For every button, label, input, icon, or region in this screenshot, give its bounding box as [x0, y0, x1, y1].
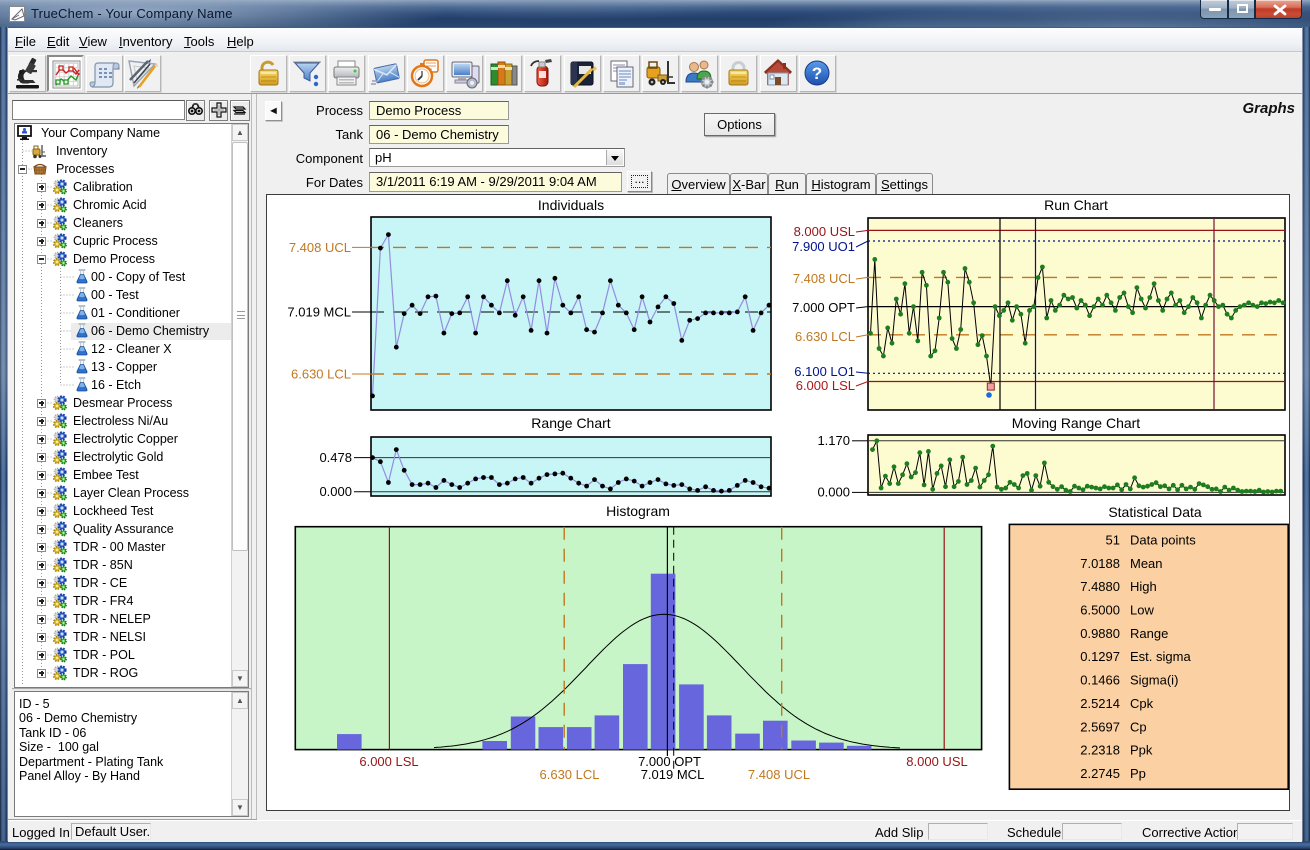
svg-text:Cp: Cp — [1130, 719, 1147, 734]
svg-text:0.9880: 0.9880 — [1080, 626, 1120, 641]
svg-text:6.000 LSL: 6.000 LSL — [796, 378, 855, 393]
svg-text:Ppk: Ppk — [1130, 743, 1153, 758]
svg-text:7.408 UCL: 7.408 UCL — [793, 271, 855, 286]
svg-text:7.4880: 7.4880 — [1080, 579, 1120, 594]
svg-text:7.019 MCL: 7.019 MCL — [641, 767, 705, 782]
svg-text:Cpk: Cpk — [1130, 696, 1154, 711]
svg-text:Est. sigma: Est. sigma — [1130, 649, 1191, 664]
svg-text:6.5000: 6.5000 — [1080, 603, 1120, 618]
svg-text:8.000 USL: 8.000 USL — [906, 754, 967, 769]
svg-text:51: 51 — [1106, 533, 1120, 548]
svg-text:7.019 MCL: 7.019 MCL — [287, 305, 351, 320]
svg-text:6.630 LCL: 6.630 LCL — [795, 329, 855, 344]
svg-text:7.408 UCL: 7.408 UCL — [748, 767, 810, 782]
svg-text:0.000: 0.000 — [319, 484, 352, 499]
svg-text:0.478: 0.478 — [319, 450, 352, 465]
svg-text:Pp: Pp — [1130, 766, 1146, 781]
svg-text:2.2318: 2.2318 — [1080, 743, 1120, 758]
svg-text:2.5697: 2.5697 — [1080, 719, 1120, 734]
svg-text:7.000 OPT: 7.000 OPT — [792, 300, 855, 315]
svg-text:Moving Range Chart: Moving Range Chart — [1012, 415, 1141, 431]
svg-text:Mean: Mean — [1130, 556, 1163, 571]
svg-text:Sigma(i): Sigma(i) — [1130, 673, 1178, 688]
svg-text:0.000: 0.000 — [817, 485, 850, 500]
svg-text:0.1466: 0.1466 — [1080, 673, 1120, 688]
svg-text:2.5214: 2.5214 — [1080, 696, 1120, 711]
svg-text:High: High — [1130, 579, 1157, 594]
svg-text:2.2745: 2.2745 — [1080, 766, 1120, 781]
svg-text:8.000 USL: 8.000 USL — [794, 224, 855, 239]
svg-text:Low: Low — [1130, 603, 1154, 618]
svg-text:6.000 LSL: 6.000 LSL — [359, 754, 418, 769]
svg-text:6.630 LCL: 6.630 LCL — [291, 367, 351, 382]
svg-text:7.900 UO1: 7.900 UO1 — [792, 239, 855, 254]
svg-text:Run Chart: Run Chart — [1044, 197, 1108, 213]
svg-text:Individuals: Individuals — [538, 197, 604, 213]
svg-text:?: ? — [812, 64, 822, 83]
svg-text:Histogram: Histogram — [606, 503, 670, 519]
svg-text:7.0188: 7.0188 — [1080, 556, 1120, 571]
svg-text:7.408 UCL: 7.408 UCL — [289, 240, 351, 255]
svg-text:Statistical Data: Statistical Data — [1108, 504, 1202, 520]
svg-text:6.100 LO1: 6.100 LO1 — [794, 364, 855, 379]
svg-text:1.170: 1.170 — [817, 433, 850, 448]
svg-text:6.630 LCL: 6.630 LCL — [540, 767, 600, 782]
svg-text:0.1297: 0.1297 — [1080, 649, 1120, 664]
svg-text:Range: Range — [1130, 626, 1168, 641]
svg-text:Range Chart: Range Chart — [531, 415, 610, 431]
svg-text:Data points: Data points — [1130, 533, 1196, 548]
